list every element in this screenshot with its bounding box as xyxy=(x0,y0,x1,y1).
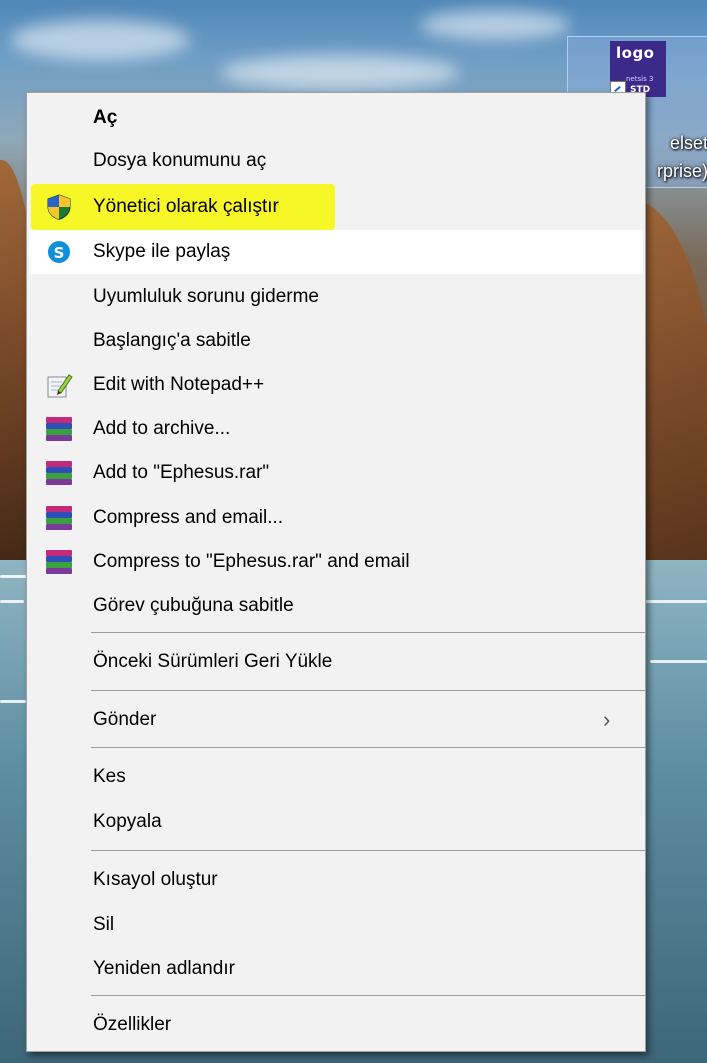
menu-item-run-as-admin[interactable]: Yönetici olarak çalıştır xyxy=(29,185,643,229)
menu-item-label: Kısayol oluştur xyxy=(93,869,218,890)
menu-separator xyxy=(91,747,645,748)
uac-shield-icon xyxy=(45,193,73,221)
menu-item-pin-to-taskbar[interactable]: Görev çubuğuna sabitle xyxy=(29,584,643,628)
winrar-icon xyxy=(45,459,73,487)
menu-item-label: Uyumluluk sorunu giderme xyxy=(93,286,319,307)
menu-item-edit-notepadpp[interactable]: Edit with Notepad++ xyxy=(29,363,643,407)
menu-item-troubleshoot-compat[interactable]: Uyumluluk sorunu giderme xyxy=(29,275,643,319)
menu-item-compress-rar-email[interactable]: Compress to "Ephesus.rar" and email xyxy=(29,540,643,584)
menu-item-cut[interactable]: Kes xyxy=(29,755,643,799)
menu-item-label: Edit with Notepad++ xyxy=(93,374,265,395)
menu-separator xyxy=(91,850,645,851)
menu-item-label: Skype ile paylaş xyxy=(93,241,231,262)
chevron-right-icon: › xyxy=(603,707,611,732)
menu-item-label: Yeniden adlandır xyxy=(93,958,235,979)
menu-item-label: Sil xyxy=(93,914,115,935)
menu-item-add-to-archive[interactable]: Add to archive... xyxy=(29,407,643,451)
menu-separator xyxy=(91,995,645,996)
menu-item-restore-previous-versions[interactable]: Önceki Sürümleri Geri Yükle xyxy=(29,640,643,684)
menu-item-add-to-rar[interactable]: Add to "Ephesus.rar" xyxy=(29,451,643,495)
menu-item-label: Kes xyxy=(93,766,126,787)
menu-item-label: Görev çubuğuna sabitle xyxy=(93,595,294,616)
menu-item-open[interactable]: Aç xyxy=(29,96,643,140)
notepad-plus-plus-icon xyxy=(45,371,73,399)
menu-item-label: Gönder xyxy=(93,709,157,730)
menu-item-label: Compress and email... xyxy=(93,507,284,528)
winrar-icon xyxy=(45,415,73,443)
menu-item-pin-to-start[interactable]: Başlangıç'a sabitle xyxy=(29,319,643,363)
menu-item-label: Add to "Ephesus.rar" xyxy=(93,462,270,483)
skype-icon: S xyxy=(45,238,73,266)
menu-item-label: Yönetici olarak çalıştır xyxy=(93,196,279,217)
menu-item-delete[interactable]: Sil xyxy=(29,903,643,947)
svg-text:S: S xyxy=(54,244,65,262)
logo-subtext: netsis 3 xyxy=(626,75,654,83)
menu-item-compress-email[interactable]: Compress and email... xyxy=(29,496,643,540)
menu-separator xyxy=(91,690,645,691)
menu-item-label: Aç xyxy=(93,107,118,128)
winrar-icon xyxy=(45,504,73,532)
menu-item-create-shortcut[interactable]: Kısayol oluştur xyxy=(29,858,643,902)
menu-separator xyxy=(91,632,645,633)
menu-item-label: Özellikler xyxy=(93,1014,172,1035)
menu-item-label: Kopyala xyxy=(93,811,162,832)
menu-item-label: Add to archive... xyxy=(93,418,231,439)
menu-item-copy[interactable]: Kopyala xyxy=(29,800,643,844)
netsis-logo-icon: logo netsis 3 STD xyxy=(610,41,666,97)
menu-item-properties[interactable]: Özellikler xyxy=(29,1003,643,1047)
menu-item-share-skype[interactable]: S Skype ile paylaş xyxy=(29,230,643,274)
menu-item-send-to[interactable]: Gönder › xyxy=(29,698,643,742)
menu-item-label: Compress to "Ephesus.rar" and email xyxy=(93,551,410,572)
menu-item-label: Dosya konumunu aç xyxy=(93,150,267,171)
context-menu: Aç Dosya konumunu aç Yönetici olarak çal… xyxy=(26,92,646,1052)
menu-item-label: Başlangıç'a sabitle xyxy=(93,330,251,351)
menu-item-rename[interactable]: Yeniden adlandır xyxy=(29,947,643,991)
winrar-icon xyxy=(45,548,73,576)
menu-item-label: Önceki Sürümleri Geri Yükle xyxy=(93,651,333,672)
menu-item-open-file-location[interactable]: Dosya konumunu aç xyxy=(29,139,643,183)
logo-text: logo xyxy=(616,44,655,62)
